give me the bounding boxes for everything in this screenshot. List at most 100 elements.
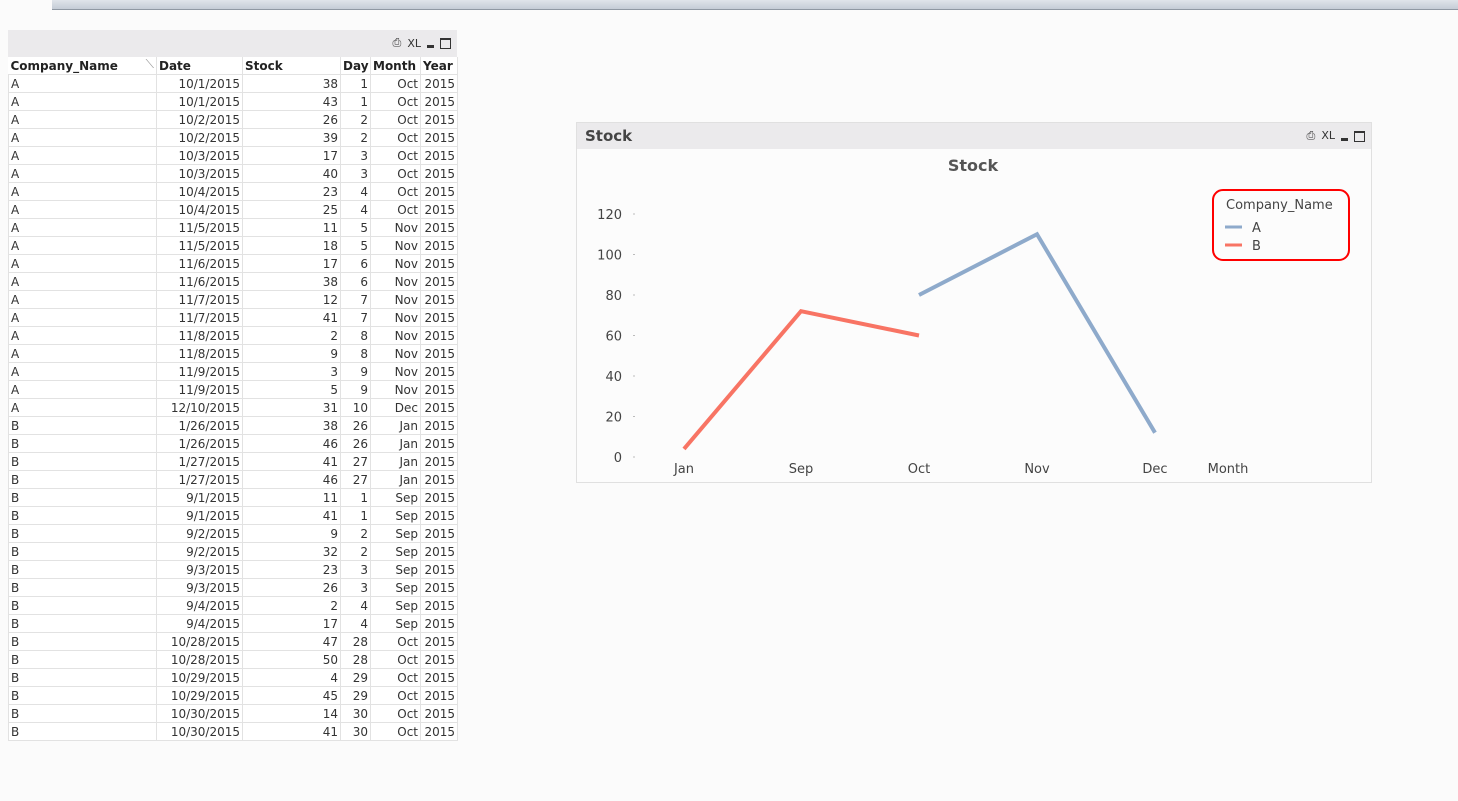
- cell-year[interactable]: 2015: [420, 452, 458, 471]
- xl-export-icon[interactable]: XL: [407, 37, 421, 50]
- cell-stock[interactable]: 43: [242, 92, 341, 111]
- cell-date[interactable]: 9/1/2015: [156, 506, 243, 525]
- table-row[interactable]: B 9/1/2015 41 1 Sep 2015: [8, 506, 458, 525]
- cell-stock[interactable]: 41: [242, 722, 341, 741]
- cell-company_name[interactable]: A: [8, 164, 157, 183]
- cell-month[interactable]: Sep: [370, 542, 421, 561]
- cell-stock[interactable]: 2: [242, 326, 341, 345]
- table-row[interactable]: B 1/27/2015 41 27 Jan 2015: [8, 452, 458, 471]
- table-row[interactable]: A 12/10/2015 31 10 Dec 2015: [8, 398, 458, 417]
- cell-stock[interactable]: 41: [242, 506, 341, 525]
- cell-stock[interactable]: 40: [242, 164, 341, 183]
- cell-year[interactable]: 2015: [420, 326, 458, 345]
- cell-day[interactable]: 30: [340, 704, 371, 723]
- cell-stock[interactable]: 17: [242, 146, 341, 165]
- cell-date[interactable]: 11/9/2015: [156, 362, 243, 381]
- table-row[interactable]: A 11/6/2015 38 6 Nov 2015: [8, 272, 458, 291]
- cell-stock[interactable]: 26: [242, 110, 341, 129]
- cell-month[interactable]: Nov: [370, 290, 421, 309]
- cell-year[interactable]: 2015: [420, 596, 458, 615]
- cell-date[interactable]: 10/29/2015: [156, 686, 243, 705]
- cell-year[interactable]: 2015: [420, 506, 458, 525]
- minimize-icon[interactable]: [427, 44, 434, 48]
- table-row[interactable]: A 11/9/2015 3 9 Nov 2015: [8, 362, 458, 381]
- cell-year[interactable]: 2015: [420, 416, 458, 435]
- cell-date[interactable]: 11/7/2015: [156, 308, 243, 327]
- cell-day[interactable]: 1: [340, 488, 371, 507]
- cell-year[interactable]: 2015: [420, 200, 458, 219]
- cell-month[interactable]: Oct: [370, 650, 421, 669]
- cell-date[interactable]: 10/2/2015: [156, 128, 243, 147]
- cell-year[interactable]: 2015: [420, 470, 458, 489]
- cell-day[interactable]: 27: [340, 452, 371, 471]
- cell-day[interactable]: 4: [340, 614, 371, 633]
- cell-year[interactable]: 2015: [420, 614, 458, 633]
- table-row[interactable]: B 10/28/2015 50 28 Oct 2015: [8, 650, 458, 669]
- cell-month[interactable]: Jan: [370, 470, 421, 489]
- cell-company_name[interactable]: A: [8, 110, 157, 129]
- cell-year[interactable]: 2015: [420, 578, 458, 597]
- cell-month[interactable]: Nov: [370, 326, 421, 345]
- cell-year[interactable]: 2015: [420, 272, 458, 291]
- cell-day[interactable]: 26: [340, 416, 371, 435]
- cell-month[interactable]: Nov: [370, 272, 421, 291]
- cell-month[interactable]: Oct: [370, 128, 421, 147]
- cell-company_name[interactable]: B: [8, 632, 157, 651]
- cell-stock[interactable]: 4: [242, 668, 341, 687]
- cell-month[interactable]: Sep: [370, 488, 421, 507]
- cell-day[interactable]: 1: [340, 92, 371, 111]
- cell-month[interactable]: Sep: [370, 560, 421, 579]
- cell-day[interactable]: 29: [340, 668, 371, 687]
- column-header-stock[interactable]: Stock: [242, 57, 341, 75]
- cell-year[interactable]: 2015: [420, 650, 458, 669]
- cell-date[interactable]: 10/2/2015: [156, 110, 243, 129]
- cell-year[interactable]: 2015: [420, 686, 458, 705]
- cell-company_name[interactable]: B: [8, 524, 157, 543]
- cell-year[interactable]: 2015: [420, 524, 458, 543]
- table-row[interactable]: B 9/3/2015 23 3 Sep 2015: [8, 560, 458, 579]
- table-row[interactable]: A 10/2/2015 26 2 Oct 2015: [8, 110, 458, 129]
- cell-day[interactable]: 3: [340, 164, 371, 183]
- cell-day[interactable]: 10: [340, 398, 371, 417]
- cell-day[interactable]: 9: [340, 362, 371, 381]
- cell-company_name[interactable]: A: [8, 344, 157, 363]
- cell-date[interactable]: 9/3/2015: [156, 560, 243, 579]
- cell-date[interactable]: 10/4/2015: [156, 200, 243, 219]
- cell-stock[interactable]: 9: [242, 524, 341, 543]
- cell-year[interactable]: 2015: [420, 236, 458, 255]
- cell-month[interactable]: Sep: [370, 524, 421, 543]
- table-row[interactable]: A 11/5/2015 18 5 Nov 2015: [8, 236, 458, 255]
- cell-day[interactable]: 3: [340, 560, 371, 579]
- cell-day[interactable]: 2: [340, 542, 371, 561]
- table-row[interactable]: B 10/30/2015 41 30 Oct 2015: [8, 722, 458, 741]
- table-row[interactable]: B 9/1/2015 11 1 Sep 2015: [8, 488, 458, 507]
- column-header-date[interactable]: Date: [156, 57, 243, 75]
- minimize-icon[interactable]: [1341, 137, 1348, 141]
- cell-month[interactable]: Nov: [370, 380, 421, 399]
- cell-year[interactable]: 2015: [420, 254, 458, 273]
- table-row[interactable]: A 11/6/2015 17 6 Nov 2015: [8, 254, 458, 273]
- table-caption-bar[interactable]: ⎙ XL: [8, 30, 457, 57]
- cell-year[interactable]: 2015: [420, 218, 458, 237]
- cell-stock[interactable]: 46: [242, 470, 341, 489]
- cell-stock[interactable]: 11: [242, 218, 341, 237]
- cell-year[interactable]: 2015: [420, 434, 458, 453]
- cell-date[interactable]: 10/4/2015: [156, 182, 243, 201]
- cell-month[interactable]: Jan: [370, 452, 421, 471]
- cell-date[interactable]: 11/5/2015: [156, 236, 243, 255]
- table-row[interactable]: B 9/4/2015 2 4 Sep 2015: [8, 596, 458, 615]
- cell-day[interactable]: 6: [340, 272, 371, 291]
- cell-day[interactable]: 30: [340, 722, 371, 741]
- cell-stock[interactable]: 31: [242, 398, 341, 417]
- cell-month[interactable]: Oct: [370, 722, 421, 741]
- cell-day[interactable]: 3: [340, 146, 371, 165]
- cell-stock[interactable]: 23: [242, 560, 341, 579]
- cell-company_name[interactable]: B: [8, 506, 157, 525]
- cell-stock[interactable]: 18: [242, 236, 341, 255]
- table-row[interactable]: A 10/2/2015 39 2 Oct 2015: [8, 128, 458, 147]
- cell-company_name[interactable]: B: [8, 722, 157, 741]
- table-row[interactable]: B 9/4/2015 17 4 Sep 2015: [8, 614, 458, 633]
- cell-month[interactable]: Sep: [370, 596, 421, 615]
- cell-day[interactable]: 26: [340, 434, 371, 453]
- cell-company_name[interactable]: B: [8, 650, 157, 669]
